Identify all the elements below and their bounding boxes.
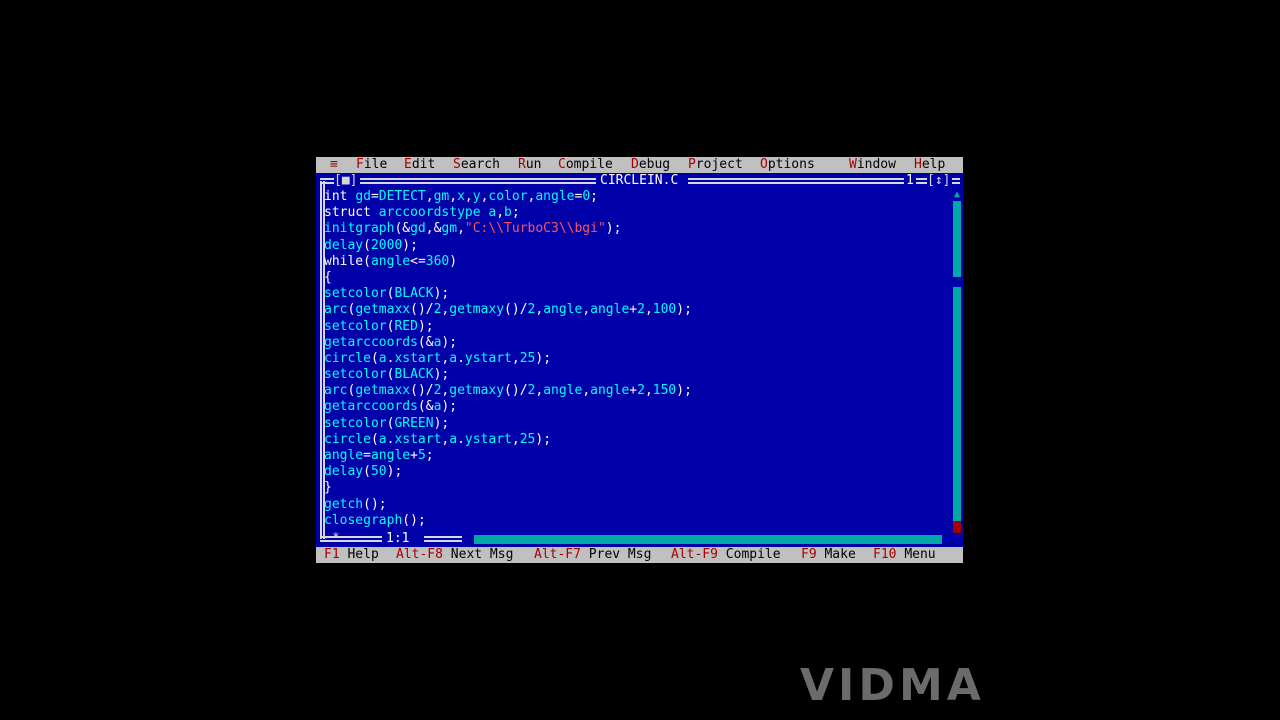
status-compile[interactable]: Alt-F9 Compile — [671, 547, 781, 563]
code-line[interactable]: delay(2000); — [324, 238, 944, 254]
menu-run[interactable]: Run — [518, 157, 541, 173]
menu-search[interactable]: Search — [453, 157, 500, 173]
code-line[interactable]: while(angle<=360) — [324, 254, 944, 270]
code-line[interactable]: delay(50); — [324, 464, 944, 480]
horizontal-scrollbar[interactable] — [462, 535, 950, 544]
menu-compile[interactable]: Compile — [558, 157, 613, 173]
title-border — [360, 178, 596, 184]
system-menu-icon: ≡ — [330, 157, 338, 172]
menu-bar: ≡ File Edit Search Run Compile Debug Pro… — [316, 157, 963, 173]
bottom-border-line — [424, 536, 462, 542]
menu-debug[interactable]: Debug — [631, 157, 670, 173]
title-border — [916, 178, 927, 184]
code-line[interactable]: getch(); — [324, 497, 944, 513]
close-box-icon[interactable]: [■] — [334, 173, 357, 189]
frame-left-outer — [320, 181, 322, 539]
window-title-bar: [■] CIRCLEIN.C 1 [↕] — [316, 173, 963, 189]
code-line[interactable]: arc(getmaxx()/2,getmaxy()/2,angle,angle+… — [324, 302, 944, 318]
code-editor[interactable]: int gd=DETECT,gm,x,y,color,angle=0; struc… — [324, 189, 944, 533]
editor-window: [■] CIRCLEIN.C 1 [↕] int gd=DETECT,gm,x,… — [316, 173, 963, 547]
scroll-up-icon[interactable]: ▲ — [953, 189, 961, 201]
code-line[interactable]: setcolor(RED); — [324, 319, 944, 335]
window-number: 1 — [904, 173, 916, 189]
modified-marker: * — [332, 531, 340, 546]
scroll-right-icon[interactable] — [942, 535, 950, 544]
menu-options[interactable]: Options — [760, 157, 815, 173]
bottom-border-line — [320, 536, 382, 542]
code-line[interactable]: setcolor(BLACK); — [324, 286, 944, 302]
system-menu[interactable]: ≡ — [330, 157, 338, 173]
title-border — [320, 178, 334, 184]
turbo-c-ide: ≡ File Edit Search Run Compile Debug Pro… — [316, 157, 963, 563]
zoom-box-icon[interactable]: [↕] — [927, 173, 950, 189]
status-bar: F1 Help Alt-F8 Next Msg Alt-F7 Prev Msg … — [316, 547, 963, 563]
vertical-scrollbar[interactable]: ▲ — [953, 189, 961, 533]
watermark-logo: VIDMA — [800, 660, 985, 711]
status-prev-msg[interactable]: Alt-F7 Prev Msg — [534, 547, 651, 563]
scroll-left-icon[interactable] — [462, 535, 474, 544]
status-help[interactable]: F1 Help — [324, 547, 379, 563]
code-line[interactable]: closegraph(); — [324, 513, 944, 529]
window-bottom-border: * 1:1 — [316, 531, 963, 547]
cursor-position: 1:1 — [382, 531, 414, 547]
code-line[interactable]: angle=angle+5; — [324, 448, 944, 464]
menu-help[interactable]: Help — [914, 157, 945, 173]
status-make[interactable]: F9 Make — [801, 547, 856, 563]
status-next-msg[interactable]: Alt-F8 Next Msg — [396, 547, 513, 563]
code-line[interactable]: circle(a.xstart,a.ystart,25); — [324, 351, 944, 367]
menu-window[interactable]: Window — [849, 157, 896, 173]
status-menu[interactable]: F10 Menu — [873, 547, 936, 563]
code-line[interactable]: { — [324, 270, 944, 286]
title-border — [952, 178, 960, 184]
scroll-thumb[interactable] — [953, 277, 961, 287]
code-line[interactable]: initgraph(&gd,&gm,"C:\\TurboC3\\bgi"); — [324, 221, 944, 237]
menu-file[interactable]: File — [356, 157, 387, 173]
code-line[interactable]: setcolor(GREEN); — [324, 416, 944, 432]
code-line[interactable]: circle(a.xstart,a.ystart,25); — [324, 432, 944, 448]
code-line[interactable]: setcolor(BLACK); — [324, 367, 944, 383]
code-line[interactable]: } — [324, 480, 944, 496]
code-line[interactable]: getarccoords(&a); — [324, 335, 944, 351]
code-line[interactable]: getarccoords(&a); — [324, 399, 944, 415]
code-line[interactable]: struct arccoordstype a,b; — [324, 205, 944, 221]
code-line[interactable]: int gd=DETECT,gm,x,y,color,angle=0; — [324, 189, 944, 205]
window-title: CIRCLEIN.C — [596, 173, 683, 189]
title-border — [688, 178, 904, 184]
menu-edit[interactable]: Edit — [404, 157, 435, 173]
menu-project[interactable]: Project — [688, 157, 743, 173]
code-line[interactable]: arc(getmaxx()/2,getmaxy()/2,angle,angle+… — [324, 383, 944, 399]
